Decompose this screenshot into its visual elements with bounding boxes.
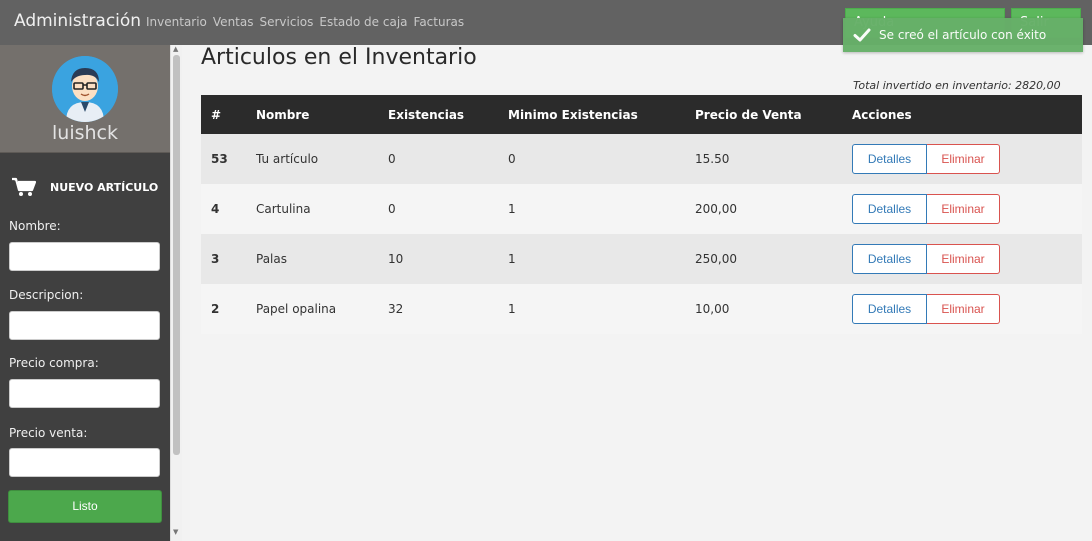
column-header-id: # <box>211 107 222 122</box>
cell-actions: Detalles Eliminar <box>842 134 1082 184</box>
cell-min-stock: 1 <box>508 302 516 316</box>
scroll-up-icon[interactable]: ▲ <box>173 45 178 53</box>
column-header-actions: Acciones <box>852 107 912 122</box>
cell-min-stock: 1 <box>508 252 516 266</box>
sidebar-scrollbar[interactable]: ▲ ▼ <box>170 45 182 541</box>
table-row: 2 Papel opalina 32 1 10,00 Detalles Elim… <box>201 284 1082 334</box>
inventory-table: # Nombre Existencias Minimo Existencias … <box>201 95 1082 334</box>
table-header-row: # Nombre Existencias Minimo Existencias … <box>201 95 1082 134</box>
table-row: 53 Tu artículo 0 0 15.50 Detalles Elimin… <box>201 134 1082 184</box>
cell-min-stock: 1 <box>508 202 516 216</box>
cell-actions: Detalles Eliminar <box>842 184 1082 234</box>
cell-min-stock: 0 <box>508 152 516 166</box>
cell-price: 15.50 <box>695 152 730 166</box>
new-item-title: NUEVO ARTÍCULO <box>50 180 159 194</box>
cell-name: Cartulina <box>256 202 311 216</box>
cell-stock: 32 <box>388 302 404 316</box>
details-button[interactable]: Detalles <box>852 294 927 324</box>
check-icon <box>853 28 871 42</box>
cell-id: 3 <box>211 252 220 266</box>
nav-link-inventario[interactable]: Inventario <box>146 15 207 29</box>
cell-actions: Detalles Eliminar <box>842 284 1082 334</box>
details-button[interactable]: Detalles <box>852 144 927 174</box>
delete-button[interactable]: Eliminar <box>927 244 1000 274</box>
nav-link-facturas[interactable]: Facturas <box>414 15 465 29</box>
cell-stock: 0 <box>388 202 396 216</box>
brand[interactable]: Administración <box>14 11 141 31</box>
cell-price: 250,00 <box>695 252 737 266</box>
username: luishck <box>52 122 118 144</box>
column-header-stock: Existencias <box>388 107 465 122</box>
new-item-header: NUEVO ARTÍCULO <box>12 177 158 197</box>
success-toast[interactable]: Se creó el artículo con éxito <box>843 18 1083 52</box>
table-row: 3 Palas 10 1 250,00 Detalles Eliminar <box>201 234 1082 284</box>
avatar <box>52 56 118 122</box>
cell-id: 4 <box>211 202 220 216</box>
cart-icon <box>12 177 36 196</box>
cell-id: 53 <box>211 152 228 166</box>
delete-button[interactable]: Eliminar <box>927 294 1000 324</box>
cell-name: Palas <box>256 252 287 266</box>
nav-links: Inventario Ventas Servicios Estado de ca… <box>146 15 464 29</box>
toast-message: Se creó el artículo con éxito <box>879 28 1047 42</box>
name-input[interactable] <box>9 242 160 271</box>
cell-name: Tu artículo <box>256 152 319 166</box>
cell-stock: 0 <box>388 152 396 166</box>
delete-button[interactable]: Eliminar <box>927 194 1000 224</box>
nav-link-estado-caja[interactable]: Estado de caja <box>319 15 407 29</box>
cell-price: 10,00 <box>695 302 730 316</box>
scroll-down-icon[interactable]: ▼ <box>173 528 178 536</box>
profile-panel: luishck <box>0 45 170 153</box>
description-input[interactable] <box>9 311 160 340</box>
scroll-thumb[interactable] <box>173 55 180 455</box>
sell-price-label: Precio venta: <box>9 426 88 440</box>
delete-button[interactable]: Eliminar <box>927 144 1000 174</box>
details-button[interactable]: Detalles <box>852 244 927 274</box>
cell-stock: 10 <box>388 252 404 266</box>
details-button[interactable]: Detalles <box>852 194 927 224</box>
description-label: Descripcion: <box>9 288 84 302</box>
column-header-name: Nombre <box>256 107 310 122</box>
buy-price-input[interactable] <box>9 379 160 408</box>
column-header-price: Precio de Venta <box>695 107 802 122</box>
total-invested: Total invertido en inventario: 2820,00 <box>853 79 1061 92</box>
page-title: Articulos en el Inventario <box>201 45 477 70</box>
done-button[interactable]: Listo <box>8 490 162 523</box>
nav-link-ventas[interactable]: Ventas <box>213 15 254 29</box>
buy-price-label: Precio compra: <box>9 356 99 370</box>
nav-link-servicios[interactable]: Servicios <box>259 15 313 29</box>
table-row: 4 Cartulina 0 1 200,00 Detalles Eliminar <box>201 184 1082 234</box>
column-header-min-stock: Minimo Existencias <box>508 107 638 122</box>
cell-id: 2 <box>211 302 220 316</box>
cell-actions: Detalles Eliminar <box>842 234 1082 284</box>
sidebar: luishck NUEVO ARTÍCULO Nombre: Descripci… <box>0 45 170 541</box>
sell-price-input[interactable] <box>9 448 160 477</box>
name-label: Nombre: <box>9 219 61 233</box>
avatar-icon <box>52 56 118 122</box>
cell-name: Papel opalina <box>256 302 337 316</box>
cell-price: 200,00 <box>695 202 737 216</box>
